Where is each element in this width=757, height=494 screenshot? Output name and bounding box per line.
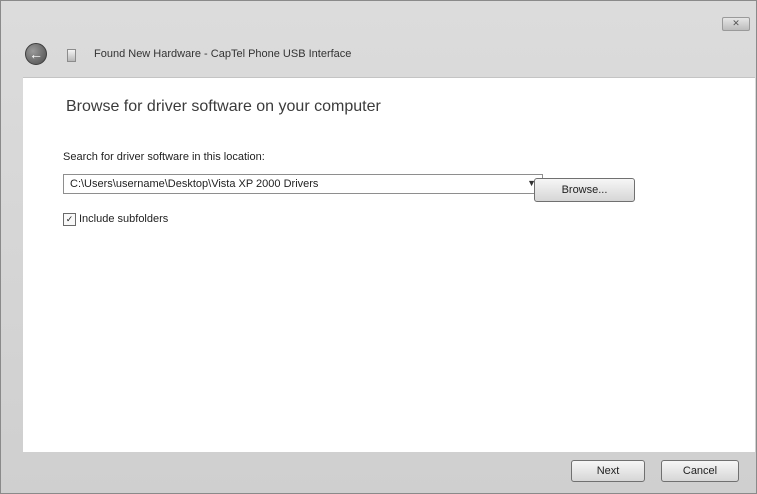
search-location-label: Search for driver software in this locat… [63,151,265,163]
back-arrow-icon: ← [29,46,43,62]
close-icon: ✕ [732,18,740,28]
wizard-content: Browse for driver software on your compu… [23,77,755,452]
search-location-value: C:\Users\username\Desktop\Vista XP 2000 … [70,178,319,190]
next-button[interactable]: Next [571,460,645,482]
page-heading: Browse for driver software on your compu… [66,98,381,115]
back-button[interactable]: ← [25,43,47,65]
device-icon [67,49,76,62]
cancel-button[interactable]: Cancel [661,460,739,482]
include-subfolders-checkbox[interactable]: ✓ [63,213,76,226]
wizard-title: Found New Hardware - CapTel Phone USB In… [94,48,352,60]
include-subfolders-label[interactable]: Include subfolders [79,213,168,225]
wizard-header: ← Found New Hardware - CapTel Phone USB … [1,31,756,77]
browse-button[interactable]: Browse... [534,178,635,202]
wizard-window: ✕ ← Found New Hardware - CapTel Phone US… [0,0,757,494]
close-button[interactable]: ✕ [722,17,750,31]
search-location-combobox[interactable]: C:\Users\username\Desktop\Vista XP 2000 … [63,174,543,194]
wizard-footer: Next Cancel [1,451,756,493]
checkmark-icon: ✓ [65,214,74,224]
